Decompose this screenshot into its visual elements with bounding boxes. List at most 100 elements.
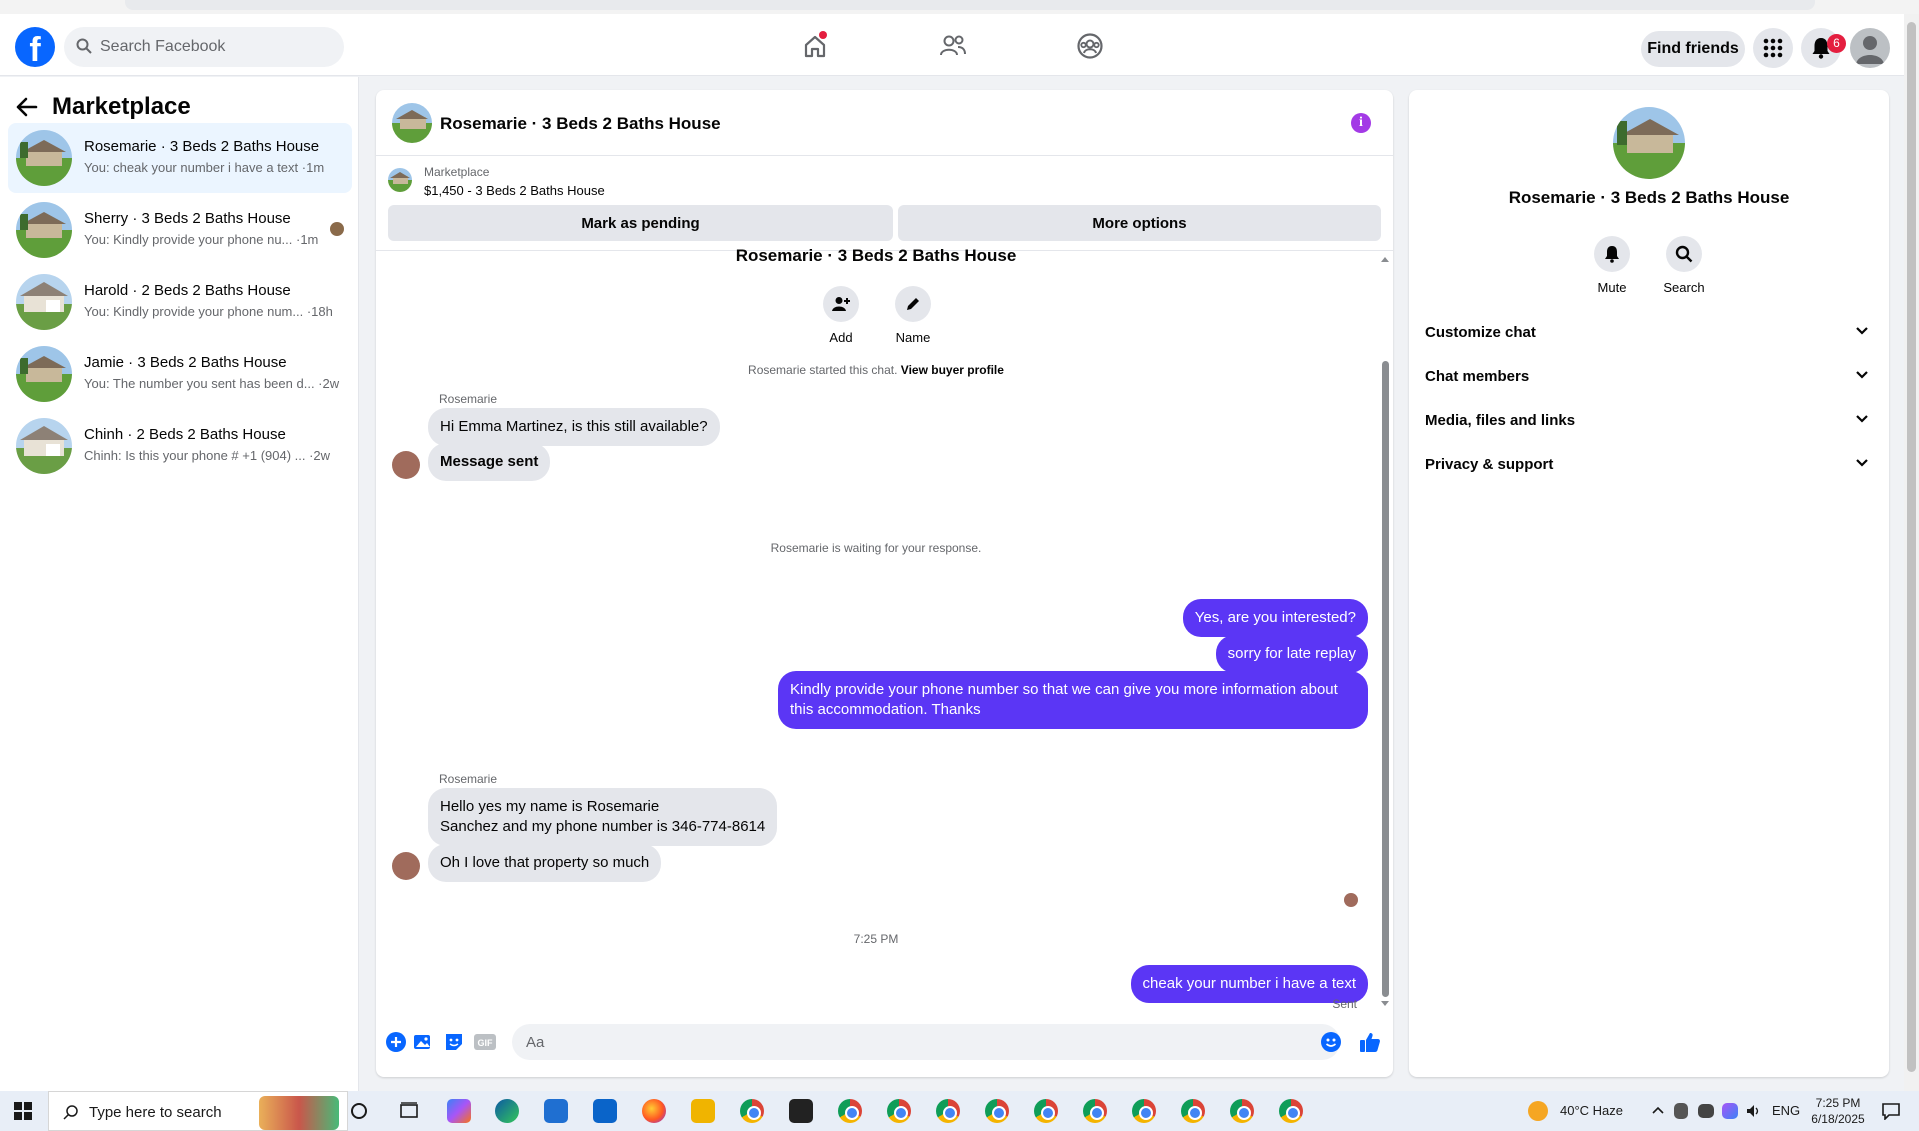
chat-details-panel: Rosemarie · 3 Beds 2 Baths House Mute Se…: [1409, 90, 1889, 1077]
copilot-icon[interactable]: [447, 1099, 471, 1123]
cortana-icon[interactable]: [350, 1102, 368, 1120]
details-listing-avatar[interactable]: [1613, 107, 1685, 179]
weather-text[interactable]: 40°C Haze: [1560, 1103, 1623, 1118]
chrome-profile-icon[interactable]: [985, 1099, 1009, 1123]
chat-listing-avatar[interactable]: [392, 103, 432, 143]
chrome-profile-icon[interactable]: [1181, 1099, 1205, 1123]
device-icon[interactable]: [1674, 1103, 1688, 1119]
firefox-icon[interactable]: [642, 1099, 666, 1123]
scroll-down-arrow[interactable]: [1381, 1001, 1389, 1006]
incoming-message[interactable]: Message sent: [428, 443, 551, 481]
chrome-profile-icon[interactable]: [1230, 1099, 1254, 1123]
like-thumbs-up-icon[interactable]: [1358, 1030, 1382, 1054]
conversation-preview: You: The number you sent has been d... ·…: [84, 376, 340, 391]
search-input[interactable]: [100, 27, 330, 67]
account-avatar[interactable]: [1850, 28, 1890, 68]
more-options-button[interactable]: More options: [898, 205, 1381, 241]
notification-center-icon[interactable]: [1882, 1102, 1900, 1120]
chat-scrollbar-thumb[interactable]: [1382, 361, 1389, 997]
taskbar-search-box[interactable]: Type here to search: [48, 1091, 348, 1131]
chat-title[interactable]: Rosemarie · 3 Beds 2 Baths House: [440, 114, 721, 134]
conversation-title: Sherry · 3 Beds 2 Baths House: [84, 210, 291, 227]
store-icon[interactable]: [544, 1099, 568, 1123]
chrome-profile-icon[interactable]: [1132, 1099, 1156, 1123]
conversation-title: Chinh · 2 Beds 2 Baths House: [84, 426, 286, 443]
volume-icon[interactable]: [1746, 1103, 1762, 1119]
search-in-chat-action[interactable]: Search: [1649, 236, 1719, 295]
conversation-item-sherry[interactable]: Sherry · 3 Beds 2 Baths House You: Kindl…: [8, 195, 352, 265]
find-friends-button[interactable]: Find friends: [1641, 31, 1745, 67]
app-icon[interactable]: [789, 1099, 813, 1123]
view-buyer-profile-link[interactable]: View buyer profile: [901, 363, 1004, 377]
chrome-profile-icon[interactable]: [740, 1099, 764, 1123]
back-arrow-icon[interactable]: [16, 97, 38, 117]
listing-bar[interactable]: Marketplace $1,450 - 3 Beds 2 Baths Hous…: [376, 156, 1393, 204]
section-label: Chat members: [1425, 368, 1530, 385]
sender-avatar[interactable]: [392, 852, 420, 880]
details-name: Rosemarie · 3 Beds 2 Baths House: [1508, 188, 1790, 207]
incoming-message[interactable]: Oh I love that property so much: [428, 844, 662, 882]
conversation-item-rosemarie[interactable]: Rosemarie · 3 Beds 2 Baths House You: ch…: [8, 123, 352, 193]
chrome-profile-icon[interactable]: [887, 1099, 911, 1123]
conversation-title: Jamie · 3 Beds 2 Baths House: [84, 354, 287, 371]
chevron-up-icon[interactable]: [1652, 1105, 1664, 1115]
plus-icon[interactable]: [384, 1030, 408, 1054]
language-indicator[interactable]: ENG: [1772, 1103, 1800, 1118]
message-input[interactable]: [512, 1024, 1340, 1060]
weather-icon[interactable]: [1528, 1101, 1548, 1121]
conversation-item-harold[interactable]: Harold · 2 Beds 2 Baths House You: Kindl…: [8, 267, 352, 337]
edit-name-action[interactable]: Name: [883, 286, 943, 345]
address-bar[interactable]: [125, 0, 1815, 10]
customize-chat-section[interactable]: Customize chat: [1417, 312, 1881, 352]
conversation-preview: You: cheak your number i have a text ·1m: [84, 160, 325, 175]
add-people-action[interactable]: Add: [811, 286, 871, 345]
chat-scrollbar[interactable]: [1379, 251, 1391, 1012]
notification-count-badge: 6: [1827, 34, 1846, 53]
chrome-profile-icon[interactable]: [1279, 1099, 1303, 1123]
incoming-message[interactable]: Hi Emma Martinez, is this still availabl…: [428, 408, 720, 446]
info-icon[interactable]: i: [1351, 113, 1371, 133]
facebook-logo[interactable]: f: [15, 27, 55, 67]
menu-grid-icon[interactable]: [1753, 28, 1793, 68]
media-files-links-section[interactable]: Media, files and links: [1417, 400, 1881, 440]
mute-action[interactable]: Mute: [1577, 236, 1647, 295]
listing-thumbnail: [16, 418, 72, 474]
sender-avatar[interactable]: [392, 451, 420, 479]
scroll-up-arrow[interactable]: [1381, 257, 1389, 262]
emoji-icon[interactable]: [1319, 1030, 1343, 1054]
outgoing-message[interactable]: sorry for late replay: [1215, 635, 1368, 673]
system-clock[interactable]: 7:25 PM 6/18/2025: [1808, 1095, 1868, 1127]
mark-as-pending-button[interactable]: Mark as pending: [388, 205, 893, 241]
file-explorer-icon[interactable]: [691, 1099, 715, 1123]
home-icon[interactable]: [795, 29, 835, 63]
message-thread[interactable]: Rosemarie · 3 Beds 2 Baths House Add Nam…: [376, 246, 1393, 1012]
chrome-profile-icon[interactable]: [838, 1099, 862, 1123]
gif-icon[interactable]: GIF: [473, 1030, 497, 1054]
page-scrollbar[interactable]: [1904, 14, 1919, 1091]
chat-members-section[interactable]: Chat members: [1417, 356, 1881, 396]
incoming-message[interactable]: Hello yes my name is Rosemarie Sanchez a…: [428, 788, 778, 846]
photo-icon[interactable]: [411, 1030, 435, 1054]
outgoing-message[interactable]: Yes, are you interested?: [1182, 599, 1368, 637]
chrome-profile-icon[interactable]: [1083, 1099, 1107, 1123]
chrome-profile-icon[interactable]: [1034, 1099, 1058, 1123]
bell-icon: [1605, 246, 1619, 263]
search-icon: [76, 38, 92, 54]
conversation-item-jamie[interactable]: Jamie · 3 Beds 2 Baths House You: The nu…: [8, 339, 352, 409]
sticker-icon[interactable]: [442, 1030, 466, 1054]
network-icon[interactable]: [1698, 1104, 1714, 1118]
page-scrollbar-thumb[interactable]: [1907, 22, 1916, 1072]
chrome-profile-icon[interactable]: [936, 1099, 960, 1123]
pen-icon[interactable]: [1722, 1103, 1738, 1119]
friends-icon[interactable]: [933, 29, 973, 63]
groups-icon[interactable]: [1070, 29, 1110, 63]
outlook-icon[interactable]: [593, 1099, 617, 1123]
outgoing-message[interactable]: Kindly provide your phone number so that…: [778, 671, 1368, 729]
edge-icon[interactable]: [495, 1099, 519, 1123]
search-label: Search: [1663, 280, 1705, 295]
task-view-icon[interactable]: [399, 1102, 419, 1120]
windows-start-icon[interactable]: [14, 1102, 32, 1120]
conversation-item-chinh[interactable]: Chinh · 2 Beds 2 Baths House Chinh: Is t…: [8, 411, 352, 481]
privacy-support-section[interactable]: Privacy & support: [1417, 444, 1881, 484]
search-box[interactable]: [64, 27, 344, 67]
